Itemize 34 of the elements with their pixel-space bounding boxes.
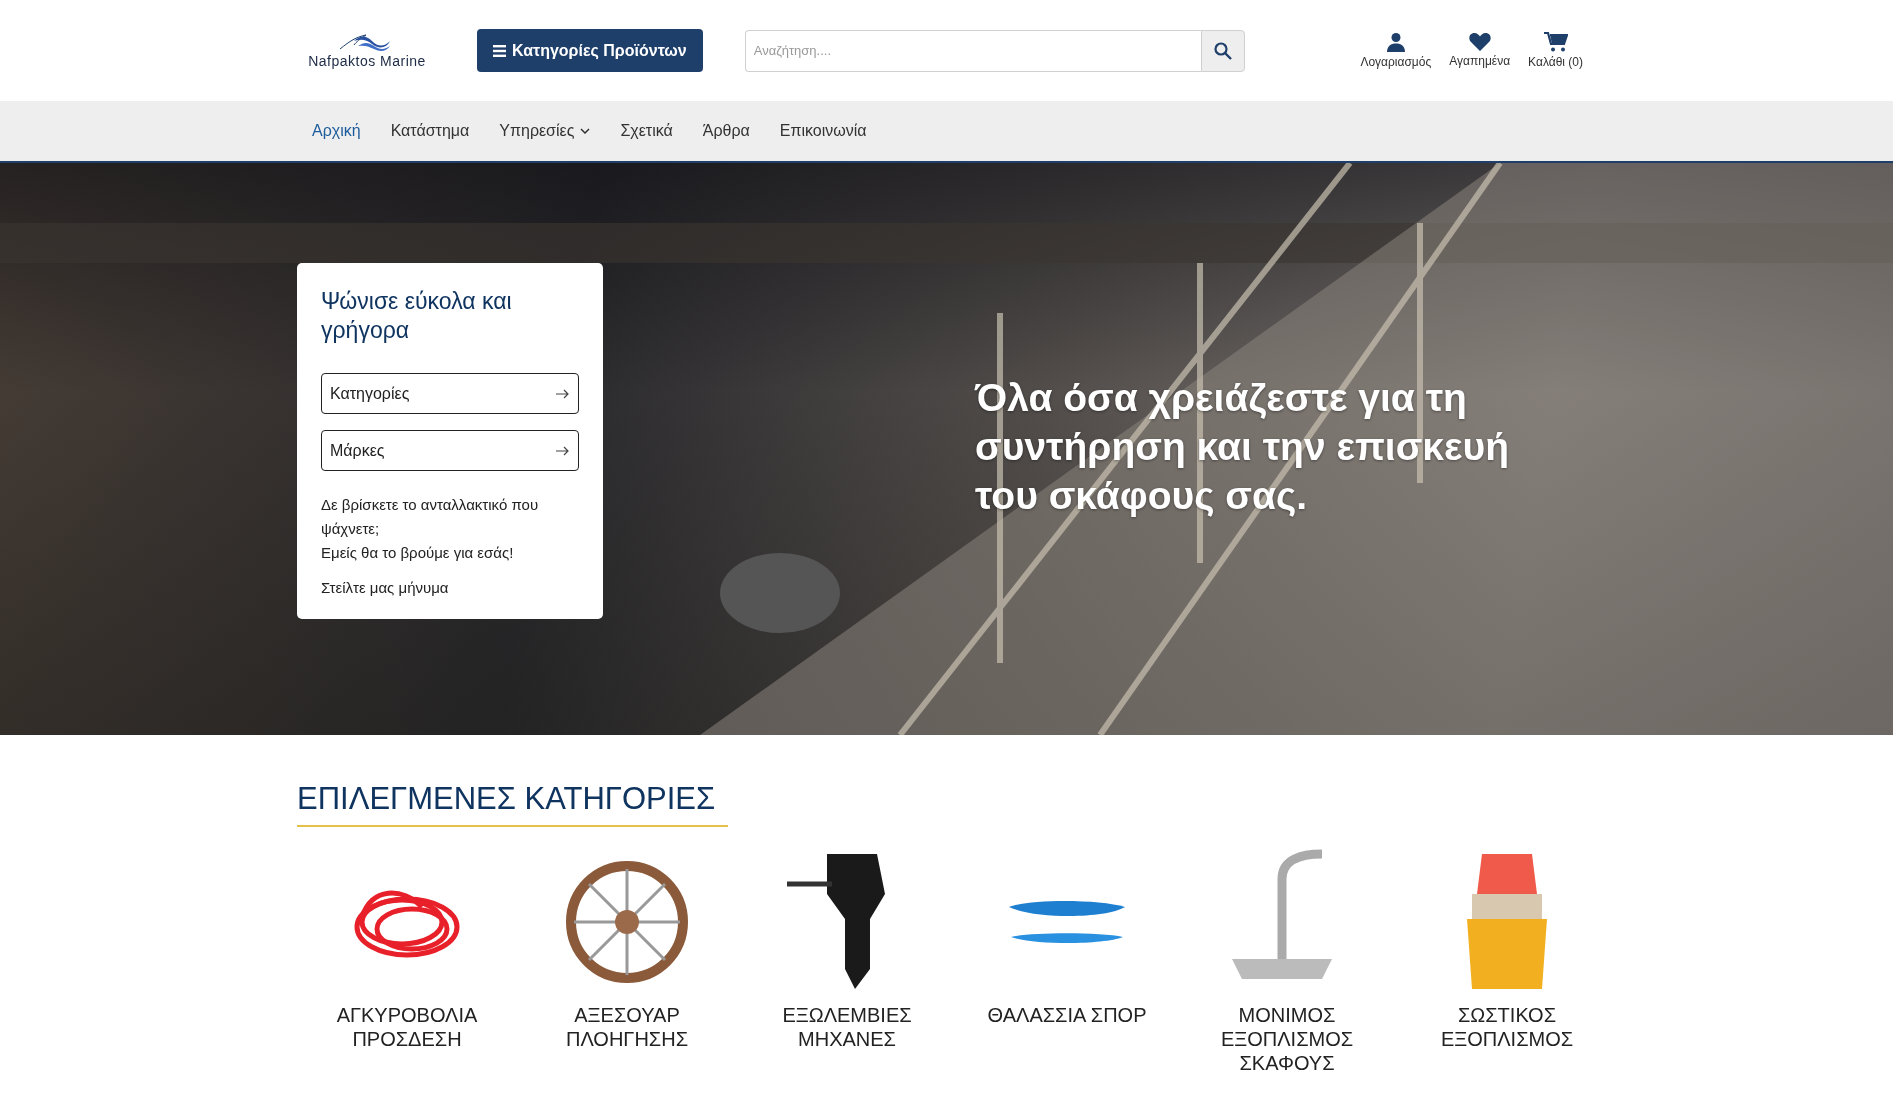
- chevron-down-icon: [580, 128, 591, 134]
- menu-icon: [493, 44, 506, 57]
- category-link[interactable]: ΘΑΛΑΣΣΙΑ ΣΠΟΡ: [982, 1003, 1152, 1027]
- search-button[interactable]: [1200, 29, 1245, 72]
- card-title: Ψώνισε εύκολα και γρήγορα: [321, 287, 513, 345]
- category-link[interactable]: ΣΩΣΤΙΚΟΣ ΕΞΟΠΛΙΣΜΟΣ: [1422, 1003, 1592, 1051]
- category-link[interactable]: ΑΓΚΥΡΟΒΟΛΙΑ ΠΡΟΣΔΕΣΗ: [322, 1003, 492, 1051]
- category-link[interactable]: ΕΞΩΛΕΜΒΙΕΣ ΜΗΧΑΝΕΣ: [762, 1003, 932, 1051]
- account-link[interactable]: Λογαριασμός: [1360, 32, 1432, 69]
- hero-headline: Όλα όσα χρειάζεστε για τη συντήρηση και την επισκευή του σκάφους σας.: [975, 375, 1511, 519]
- cart-link[interactable]: Καλάθι (0): [1528, 32, 1583, 69]
- hero-link-button[interactable]: Κατηγορίες: [321, 373, 579, 414]
- arrow-right-icon: [556, 388, 570, 399]
- nav-link[interactable]: Επικοινωνία: [764, 116, 882, 146]
- nav-link[interactable]: Υπηρεσίες: [484, 116, 606, 146]
- arrow-right-icon: [556, 445, 570, 456]
- nav-link[interactable]: Κατάστημα: [375, 116, 485, 146]
- nav-link[interactable]: Σχετικά: [605, 116, 688, 146]
- search-field[interactable]: Αναζήτηση....: [744, 29, 1201, 72]
- categories-button[interactable]: Κατηγορίες Προϊόντων: [477, 29, 703, 72]
- contact-link[interactable]: Στείλτε μας μήνυμα: [321, 579, 449, 596]
- wishlist-link[interactable]: Αγαπημένα: [1449, 32, 1511, 69]
- logo-text[interactable]: Nafpaktos Marine: [308, 52, 426, 69]
- hero-link-button[interactable]: Μάρκες: [321, 430, 579, 471]
- search-icon: [1213, 41, 1232, 60]
- section-title: ΕΠΙΛΕΓΜΕΝΕΣ ΚΑΤΗΓΟΡΙΕΣ: [297, 781, 728, 827]
- user-icon: [1385, 32, 1406, 52]
- help-text: Δε βρίσκετε το ανταλλακτικό που ψάχνετε; Εμείς θα το βρούμε για εσάς!: [321, 495, 540, 563]
- nav-link[interactable]: Αρχική: [297, 116, 376, 146]
- category-link[interactable]: ΑΞΕΣΟΥΑΡ ΠΛΟΗΓΗΣΗΣ: [542, 1003, 712, 1051]
- category-link[interactable]: ΜΟΝΙΜΟΣ ΕΞΟΠΛΙΣΜΟΣ ΣΚΑΦΟΥΣ: [1202, 1003, 1372, 1075]
- heart-icon: [1468, 32, 1491, 51]
- cart-icon: [1543, 32, 1568, 52]
- nav-link[interactable]: Άρθρα: [687, 116, 765, 146]
